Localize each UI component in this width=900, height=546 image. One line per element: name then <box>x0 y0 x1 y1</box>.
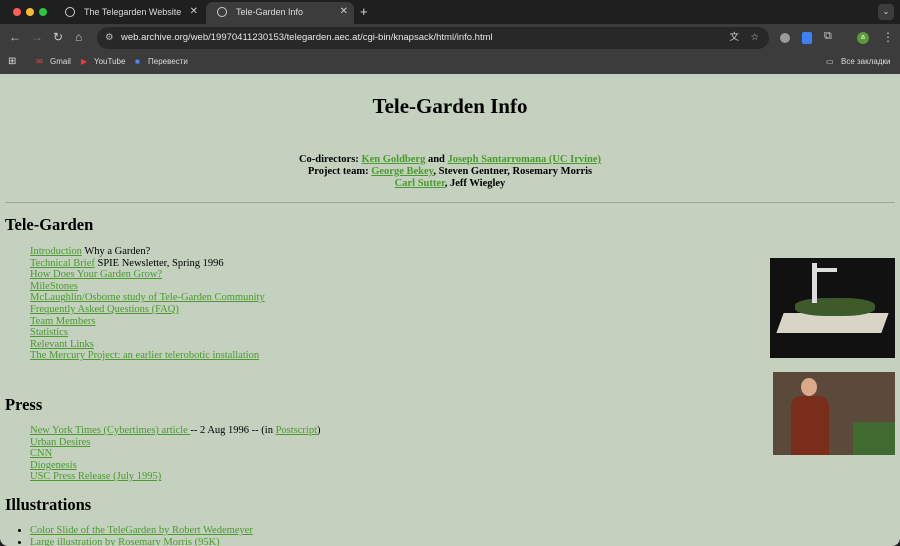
extension-icon[interactable] <box>780 33 790 43</box>
bookmark-youtube[interactable]: YouTube <box>94 52 125 72</box>
translate-icon: ■ <box>135 57 140 66</box>
translate-icon[interactable]: 文 <box>729 27 739 49</box>
telegarden-links: Introduction Why a Garden? Technical Brie… <box>30 246 265 362</box>
telegarden-link[interactable]: How Does Your Garden Grow? <box>30 269 162 280</box>
folder-icon: ▭ <box>826 57 834 66</box>
illustration-link[interactable]: Color Slide of the TeleGarden by Robert … <box>30 525 253 536</box>
list-item: Technical Brief SPIE Newsletter, Spring … <box>30 257 224 269</box>
globe-icon <box>65 7 75 17</box>
toolbar: ← → ↻ ⌂ ⚙ web.archive.org/web/19970411230… <box>0 24 900 52</box>
home-button[interactable]: ⌂ <box>75 30 82 44</box>
telegarden-link[interactable]: Team Members <box>30 316 95 327</box>
credits: Co-directors: Ken Goldberg and Joseph Sa… <box>298 154 602 189</box>
list-item: Team Members <box>30 316 265 328</box>
press-links: New York Times (Cybertimes) article -- 2… <box>30 425 321 483</box>
bookmarks-bar: ⊞ ✉ Gmail ▶ YouTube ■ Перевести ▭ Все заклад… <box>0 52 900 74</box>
section-heading-press: Press <box>5 395 43 414</box>
tab-telegarden-website[interactable]: The Telegarden Website ✕ <box>54 2 204 24</box>
illustration-links: Color Slide of the TeleGarden by Robert … <box>30 525 253 546</box>
tab-bar: The Telegarden Website ✕ Tele-Garden Info… <box>0 0 900 24</box>
press-link[interactable]: Urban Desires <box>30 437 90 448</box>
telegarden-link[interactable]: Introduction <box>30 246 82 257</box>
all-bookmarks[interactable]: Все закладки <box>841 52 890 72</box>
link-carl-sutter[interactable]: Carl Sutter <box>395 178 445 189</box>
telegarden-link[interactable]: The Mercury Project: an earlier telerobo… <box>30 350 259 361</box>
illustration-link[interactable]: Large illustration by Rosemary Morris (9… <box>30 537 220 546</box>
minimize-window-button[interactable] <box>26 8 34 16</box>
telegarden-link[interactable]: McLaughlin/Osborne study of Tele-Garden … <box>30 292 265 303</box>
close-tab-icon[interactable]: ✕ <box>340 2 348 22</box>
press-link[interactable]: Diogenesis <box>30 460 77 471</box>
link-nyt-article[interactable]: New York Times (Cybertimes) article <box>30 425 190 436</box>
maximize-window-button[interactable] <box>39 8 47 16</box>
page-title: Tele-Garden Info <box>372 94 528 118</box>
list-item: USC Press Release (July 1995) <box>30 471 321 483</box>
list-item: The Mercury Project: an earlier telerobo… <box>30 350 265 362</box>
telegarden-link[interactable]: MileStones <box>30 281 78 292</box>
telegarden-robot-image <box>770 258 895 358</box>
address-bar[interactable]: ⚙ web.archive.org/web/19970411230153/tele… <box>97 27 769 49</box>
web-page: Tele-Garden Info Co-directors: Ken Goldb… <box>0 74 900 546</box>
bookmark-gmail[interactable]: Gmail <box>50 52 71 72</box>
telegarden-link[interactable]: Statistics <box>30 327 68 338</box>
youtube-icon: ▶ <box>81 57 88 66</box>
section-heading-illustrations: Illustrations <box>5 495 92 514</box>
link-ken-goldberg[interactable]: Ken Goldberg <box>361 154 425 165</box>
close-tab-icon[interactable]: ✕ <box>190 2 198 22</box>
list-item: MileStones <box>30 281 265 293</box>
list-item: Large illustration by Rosemary Morris (9… <box>30 537 253 546</box>
site-info-icon[interactable]: ⚙ <box>105 27 114 49</box>
close-window-button[interactable] <box>13 8 21 16</box>
person-photo <box>773 372 895 455</box>
back-button[interactable]: ← <box>9 30 21 44</box>
link-joseph-santarromana[interactable]: Joseph Santarromana (UC Irvine) <box>448 154 602 165</box>
telegarden-link[interactable]: Technical Brief <box>30 258 95 269</box>
bookmark-star-icon[interactable]: ☆ <box>750 27 759 49</box>
menu-icon[interactable]: ⋮ <box>882 30 894 44</box>
telegarden-link[interactable]: Relevant Links <box>30 339 94 350</box>
tab-search-button[interactable]: ⌄ <box>878 4 894 20</box>
bookmark-translate[interactable]: Перевести <box>148 52 188 72</box>
list-item: Relevant Links <box>30 339 265 351</box>
extensions-puzzle-icon[interactable]: ⧉ <box>824 30 832 43</box>
press-link[interactable]: CNN <box>30 448 52 459</box>
list-item: How Does Your Garden Grow? <box>30 269 265 281</box>
press-link[interactable]: USC Press Release (July 1995) <box>30 471 161 482</box>
forward-button[interactable]: → <box>31 30 43 44</box>
list-item: McLaughlin/Osborne study of Tele-Garden … <box>30 292 265 304</box>
apps-icon[interactable]: ⊞ <box>8 52 16 72</box>
link-george-bekey[interactable]: George Bekey <box>371 166 433 177</box>
gmail-icon: ✉ <box>36 57 43 66</box>
tab-telegarden-info[interactable]: Tele-Garden Info ✕ <box>206 2 354 24</box>
list-item: Statistics <box>30 327 265 339</box>
section-heading-telegarden: Tele-Garden <box>5 215 94 234</box>
profile-avatar[interactable]: a <box>857 32 869 44</box>
download-icon[interactable] <box>802 32 812 44</box>
list-item: Urban Desires <box>30 437 321 449</box>
list-item: Frequently Asked Questions (FAQ) <box>30 304 265 316</box>
list-item: Introduction Why a Garden? <box>30 246 151 257</box>
globe-icon <box>217 7 227 17</box>
list-item: Color Slide of the TeleGarden by Robert … <box>30 525 253 537</box>
list-item: CNN <box>30 448 321 460</box>
link-postscript[interactable]: Postscript <box>276 425 317 436</box>
reload-button[interactable]: ↻ <box>53 30 63 44</box>
divider <box>5 202 895 203</box>
list-item: Diogenesis <box>30 460 321 472</box>
telegarden-link[interactable]: Frequently Asked Questions (FAQ) <box>30 304 179 315</box>
new-tab-button[interactable]: + <box>360 4 368 19</box>
